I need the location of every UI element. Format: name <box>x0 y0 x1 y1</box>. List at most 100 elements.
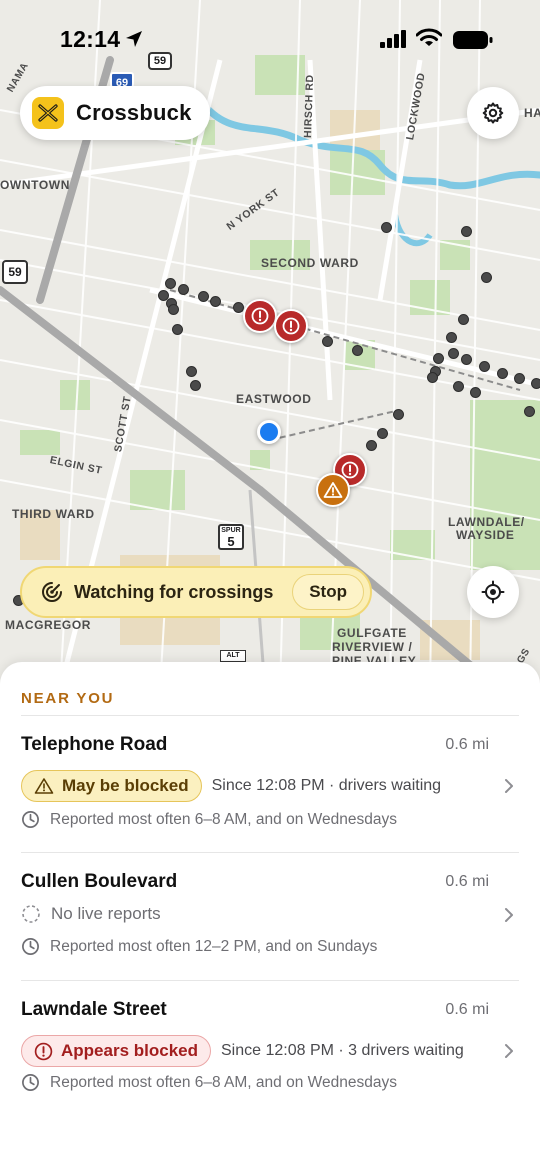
current-location-dot <box>257 420 281 444</box>
crossing-marker[interactable] <box>433 353 444 364</box>
status-badge-label: No live reports <box>51 904 161 923</box>
crossing-history-text: Reported most often 6–8 AM, and on Wedne… <box>50 810 397 828</box>
us-59-shield-left: 59 <box>2 260 28 284</box>
chevron-right-icon <box>505 779 513 793</box>
spur-number: 5 <box>227 534 235 549</box>
crossing-name: Telephone Road <box>21 734 168 755</box>
map-label-ha: HA <box>524 106 540 120</box>
crossing-marker[interactable] <box>190 380 201 391</box>
divider <box>21 980 519 981</box>
crossing-history: Reported most often 6–8 AM, and on Wedne… <box>21 1073 397 1092</box>
status-time: 12:14 <box>60 26 121 52</box>
crossing-marker[interactable] <box>322 336 333 347</box>
app-name: Crossbuck <box>76 100 192 125</box>
gear-icon <box>482 102 504 124</box>
status-badge-label: Appears blocked <box>61 1041 198 1060</box>
crossing-history-text: Reported most often 12–2 PM, and on Sund… <box>50 937 378 955</box>
settings-button[interactable] <box>467 87 519 139</box>
crossing-marker[interactable] <box>198 291 209 302</box>
crossing-marker[interactable] <box>168 304 179 315</box>
crosshair-location-icon <box>481 580 505 604</box>
no-reports-dashed-circle-icon <box>22 905 40 923</box>
crossing-distance: 0.6 mi <box>445 873 489 890</box>
status-since: Since 12:08 PM · drivers waiting <box>211 777 442 794</box>
cellular-signal-icon <box>380 30 406 48</box>
clock-icon <box>22 938 39 955</box>
map-label-lawndale-2: WAYSIDE <box>456 528 515 542</box>
crossing-status-row: Appears blocked Since 12:08 PM · 3 drive… <box>21 1035 464 1067</box>
crossing-marker[interactable] <box>178 284 189 295</box>
watching-label: Watching for crossings <box>74 581 274 602</box>
crossing-marker[interactable] <box>470 387 481 398</box>
map-label-lawndale-1: LAWNDALE/ <box>448 515 525 529</box>
crossing-status-row: No live reports <box>21 898 161 930</box>
crossing-status-row: May be blocked Since 12:08 PM · drivers … <box>21 770 441 802</box>
warning-triangle-icon <box>323 482 343 498</box>
crossing-list-item[interactable]: Telephone Road 0.6 mi May be blocked Sin… <box>0 734 540 858</box>
divider <box>21 715 519 716</box>
crossing-marker[interactable] <box>366 440 377 451</box>
crossing-marker[interactable] <box>453 381 464 392</box>
maybe-blocked-crossing-marker[interactable] <box>316 473 350 507</box>
blocked-crossing-marker[interactable] <box>243 299 277 333</box>
crossing-marker[interactable] <box>352 345 363 356</box>
crossing-marker[interactable] <box>172 324 183 335</box>
map-label-second-ward: SECOND WARD <box>261 256 359 270</box>
crossing-marker[interactable] <box>393 409 404 420</box>
watching-for-crossings-banner: Watching for crossings Stop <box>20 566 372 618</box>
chevron-right-icon <box>505 908 513 922</box>
warning-triangle-icon <box>34 778 54 794</box>
crossing-marker[interactable] <box>233 302 244 313</box>
divider <box>21 852 519 853</box>
stop-watching-button[interactable]: Stop <box>292 574 364 610</box>
near-you-sheet: NEAR YOU Telephone Road 0.6 mi May be bl… <box>0 662 540 1170</box>
clock-icon <box>22 1074 39 1091</box>
crossing-marker[interactable] <box>497 368 508 379</box>
crossing-marker[interactable] <box>458 314 469 325</box>
crossing-name: Cullen Boulevard <box>21 871 178 892</box>
crossing-history: Reported most often 12–2 PM, and on Sund… <box>21 937 377 956</box>
radar-icon <box>42 582 62 602</box>
chevron-right-icon <box>505 1044 513 1058</box>
blocked-crossing-marker[interactable] <box>274 309 308 343</box>
recenter-location-button[interactable] <box>467 566 519 618</box>
crossing-list-item[interactable]: Lawndale Street 0.6 mi Appears blocked S… <box>0 999 540 1119</box>
crossing-marker[interactable] <box>377 428 388 439</box>
alert-icon <box>282 317 300 335</box>
status-bar: 12:14 <box>0 0 540 80</box>
near-you-heading: NEAR YOU <box>21 690 115 707</box>
status-badge: No live reports <box>21 898 161 930</box>
map-label-macgregor: MACGREGOR <box>5 618 92 632</box>
wifi-icon <box>416 28 442 46</box>
alt-shield: ALT <box>220 650 246 662</box>
crossing-marker[interactable] <box>524 406 535 417</box>
crossing-marker[interactable] <box>461 226 472 237</box>
map-label-gulfgate-2: RIVERVIEW / <box>332 640 413 654</box>
status-badge: Appears blocked <box>21 1035 211 1067</box>
crossing-marker[interactable] <box>427 372 438 383</box>
crossing-marker[interactable] <box>210 296 221 307</box>
status-badge: May be blocked <box>21 770 202 802</box>
crossing-marker[interactable] <box>186 366 197 377</box>
spur-5-shield: SPUR 5 <box>218 524 244 550</box>
crossing-marker[interactable] <box>514 373 525 384</box>
crossing-marker[interactable] <box>165 278 176 289</box>
crossing-marker[interactable] <box>381 222 392 233</box>
map-label-downtown: OWNTOWN <box>0 178 70 192</box>
crossing-marker[interactable] <box>479 361 490 372</box>
crossing-history: Reported most often 6–8 AM, and on Wedne… <box>21 810 397 829</box>
alert-icon <box>251 307 269 325</box>
crossing-marker[interactable] <box>448 348 459 359</box>
status-since: Since 12:08 PM · 3 drivers waiting <box>221 1042 464 1059</box>
alert-circle-icon <box>34 1042 53 1060</box>
crossing-marker[interactable] <box>531 378 540 389</box>
crossing-marker[interactable] <box>461 354 472 365</box>
crossing-history-text: Reported most often 6–8 AM, and on Wedne… <box>50 1073 397 1091</box>
crossing-name: Lawndale Street <box>21 999 167 1020</box>
crossing-marker[interactable] <box>481 272 492 283</box>
map-label-third-ward: THIRD WARD <box>12 507 95 521</box>
map-view[interactable]: OWNTOWN SECOND WARD EASTWOOD THIRD WARD … <box>0 0 540 690</box>
crossing-marker[interactable] <box>446 332 457 343</box>
crossing-list-item[interactable]: Cullen Boulevard 0.6 mi No live reports … <box>0 871 540 989</box>
map-label-eastwood: EASTWOOD <box>236 392 312 406</box>
